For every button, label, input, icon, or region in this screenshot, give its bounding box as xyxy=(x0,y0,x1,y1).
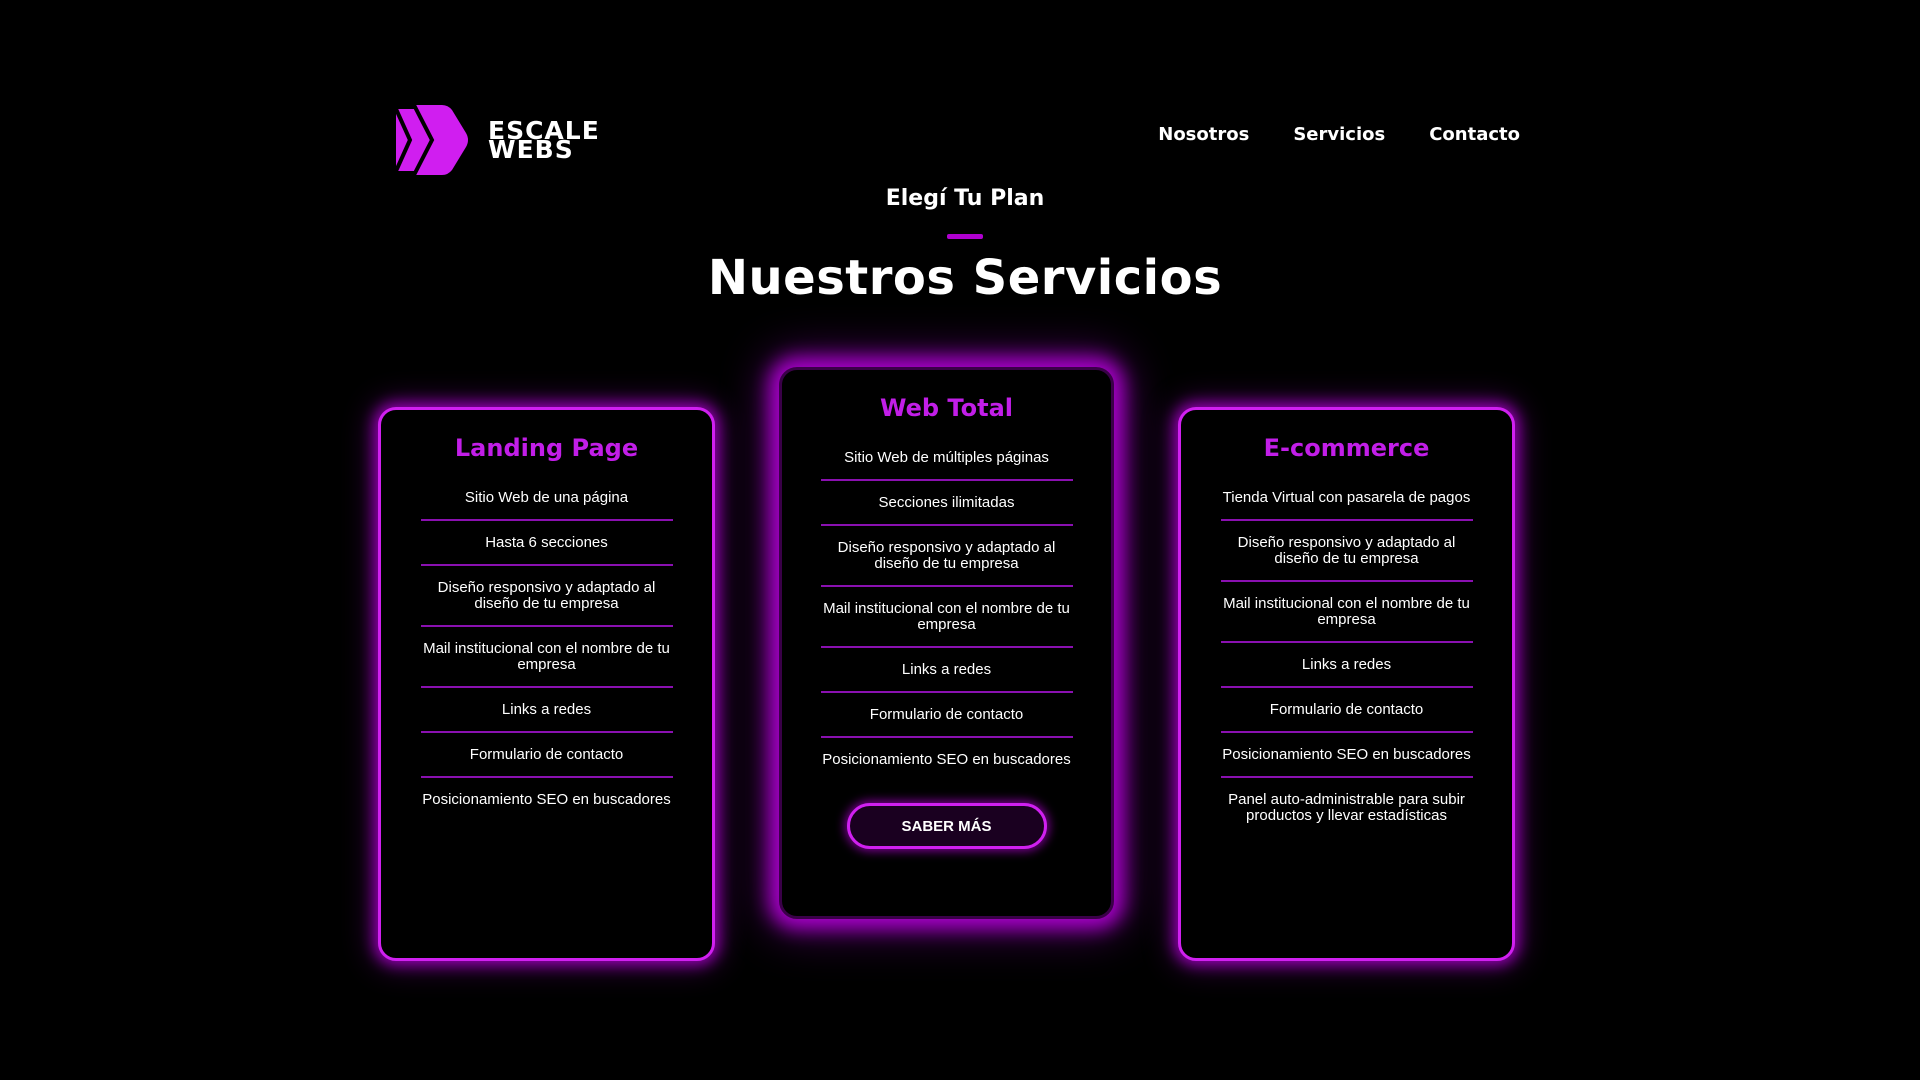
plan-feature: Diseño responsivo y adaptado al diseño d… xyxy=(420,566,673,627)
plan-card-landing-page: Landing Page Sitio Web de una página Has… xyxy=(378,407,715,961)
plan-feature: Links a redes xyxy=(1220,643,1473,688)
plan-feature: Formulario de contacto xyxy=(820,693,1073,738)
plan-feature-list: Sitio Web de una página Hasta 6 seccione… xyxy=(420,476,673,821)
plan-feature: Diseño responsivo y adaptado al diseño d… xyxy=(820,526,1073,587)
plan-feature: Mail institucional con el nombre de tu e… xyxy=(420,627,673,688)
plan-feature-list: Tienda Virtual con pasarela de pagos Dis… xyxy=(1220,476,1473,837)
plan-feature-list: Sitio Web de múltiples páginas Secciones… xyxy=(820,436,1073,781)
plan-feature: Posicionamiento SEO en buscadores xyxy=(1220,733,1473,778)
plan-feature: Mail institucional con el nombre de tu e… xyxy=(820,587,1073,648)
plan-feature: Posicionamiento SEO en buscadores xyxy=(822,751,1071,768)
plan-feature: Secciones ilimitadas xyxy=(820,481,1073,526)
plan-title: Landing Page xyxy=(454,434,639,462)
nav-link-servicios[interactable]: Servicios xyxy=(1293,124,1385,145)
section-eyebrow: Elegí Tu Plan xyxy=(885,186,1045,211)
plan-feature: Diseño responsivo y adaptado al diseño d… xyxy=(1220,521,1473,582)
plan-feature: Sitio Web de una página xyxy=(420,476,673,521)
saber-mas-button[interactable]: SABER MÁS xyxy=(846,803,1047,849)
page: ESCALE WEBS Nosotros Servicios Contacto … xyxy=(0,0,1920,1080)
plan-feature: Formulario de contacto xyxy=(1220,688,1473,733)
nav-link-nosotros[interactable]: Nosotros xyxy=(1158,124,1249,145)
plan-feature: Links a redes xyxy=(820,648,1073,693)
plan-feature: Mail institucional con el nombre de tu e… xyxy=(1220,582,1473,643)
plan-feature: Hasta 6 secciones xyxy=(420,521,673,566)
brand-logo[interactable]: ESCALE WEBS xyxy=(390,101,600,179)
eyebrow-divider xyxy=(947,234,983,239)
plan-feature: Tienda Virtual con pasarela de pagos xyxy=(1220,476,1473,521)
plan-feature: Panel auto-administrable para subir prod… xyxy=(1228,791,1465,824)
plan-title: Web Total xyxy=(880,394,1013,422)
plan-feature: Posicionamiento SEO en buscadores xyxy=(422,791,671,808)
plan-title: E-commerce xyxy=(1263,434,1430,462)
plan-feature: Formulario de contacto xyxy=(420,733,673,778)
plan-card-e-commerce: E-commerce Tienda Virtual con pasarela d… xyxy=(1178,407,1515,961)
main-nav: Nosotros Servicios Contacto xyxy=(1158,124,1520,145)
plan-feature: Links a redes xyxy=(420,688,673,733)
section-title: Nuestros Servicios xyxy=(707,250,1223,306)
plan-card-web-total: Web Total Sitio Web de múltiples páginas… xyxy=(779,367,1114,919)
brand-wordmark: ESCALE WEBS xyxy=(488,118,600,162)
plan-feature: Sitio Web de múltiples páginas xyxy=(820,436,1073,481)
nav-link-contacto[interactable]: Contacto xyxy=(1429,124,1520,145)
logo-arrow-icon xyxy=(394,104,468,176)
